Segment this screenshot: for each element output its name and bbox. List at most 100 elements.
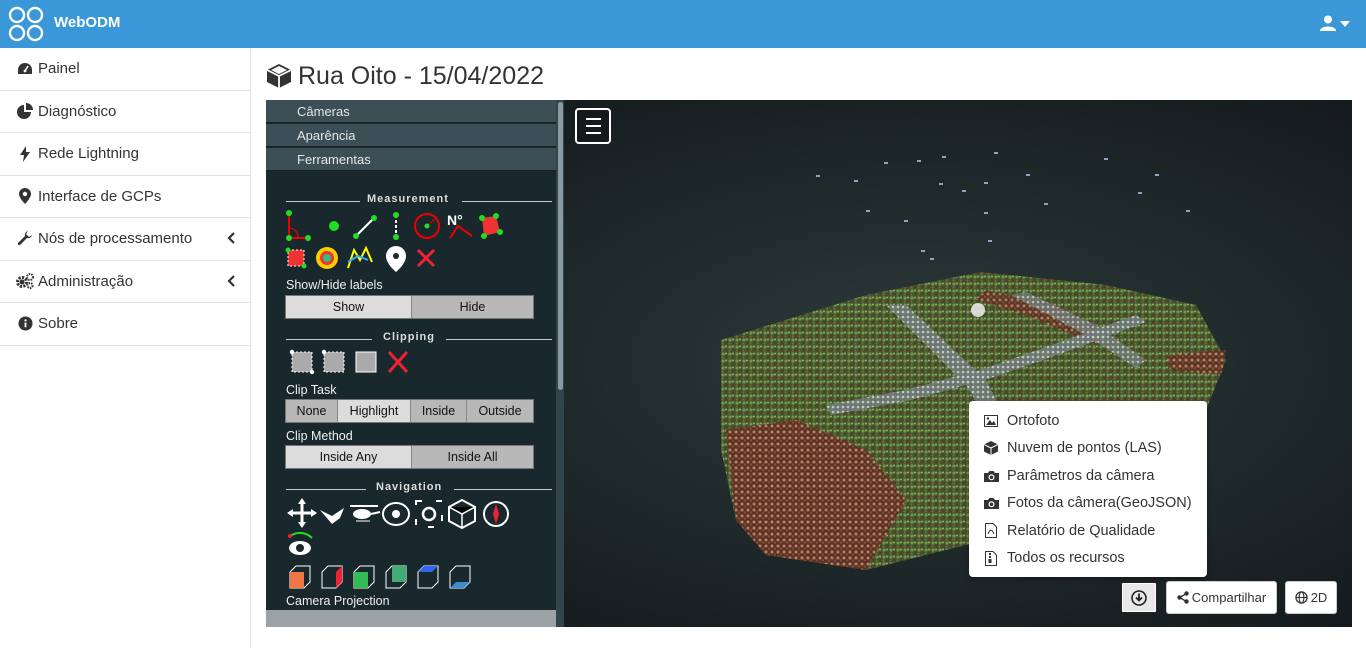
sidebar-item-administracao[interactable]: Administração bbox=[0, 261, 250, 303]
clip-task-highlight-button[interactable]: Highlight bbox=[338, 400, 411, 422]
download-camera-shots-geojson[interactable]: Fotos da câmera(GeoJSON) bbox=[969, 490, 1207, 518]
point-tool-icon[interactable] bbox=[329, 221, 339, 231]
image-icon bbox=[983, 413, 999, 429]
top-navbar: WebODM bbox=[0, 0, 1366, 48]
pie-chart-icon bbox=[16, 103, 34, 120]
volume-tool-icon[interactable] bbox=[285, 247, 307, 269]
focus-controls-icon[interactable] bbox=[415, 500, 443, 528]
camera-animation-icon[interactable] bbox=[288, 531, 313, 555]
annotation-tool-icon[interactable] bbox=[386, 246, 406, 272]
clip-task-outside-button[interactable]: Outside bbox=[467, 400, 533, 422]
chevron-left-icon bbox=[227, 232, 235, 244]
area-tool-icon[interactable] bbox=[479, 213, 503, 239]
toggle-sidebar-button[interactable] bbox=[575, 108, 611, 144]
sidebar-item-label: Diagnóstico bbox=[38, 102, 117, 120]
user-icon bbox=[1320, 15, 1336, 31]
navigation-title: Navigation bbox=[376, 481, 443, 493]
sidebar-item-sobre[interactable]: Sobre bbox=[0, 303, 250, 346]
sidebar-item-label: Administração bbox=[38, 272, 134, 290]
chevron-left-icon bbox=[227, 274, 235, 287]
cube-icon bbox=[266, 64, 292, 88]
download-quality-report[interactable]: Relatório de Qualidade bbox=[969, 517, 1207, 545]
clip-task-inside-button[interactable]: Inside bbox=[411, 400, 467, 422]
remove-clipping-icon[interactable] bbox=[387, 350, 409, 374]
brand-name[interactable]: WebODM bbox=[54, 14, 120, 31]
share-button[interactable]: Compartilhar bbox=[1166, 581, 1277, 614]
bolt-icon bbox=[16, 145, 34, 162]
fly-controls-icon[interactable] bbox=[320, 508, 344, 524]
bottom-view-icon[interactable] bbox=[449, 565, 471, 589]
clip-volume-icon[interactable] bbox=[321, 349, 345, 373]
download-assets-menu: Ortofoto Nuvem de pontos (LAS) Parâmetro… bbox=[969, 401, 1207, 577]
sidebar-item-label: Painel bbox=[38, 60, 80, 78]
right-view-icon[interactable] bbox=[321, 565, 343, 589]
download-orthophoto[interactable]: Ortofoto bbox=[969, 407, 1207, 435]
orbit-controls-icon[interactable] bbox=[382, 502, 410, 526]
download-button[interactable] bbox=[1120, 581, 1158, 614]
height-tool-icon[interactable] bbox=[393, 212, 399, 240]
sidebar-item-diagnostico[interactable]: Diagnóstico bbox=[0, 91, 250, 133]
sidebar: Painel Diagnóstico Rede Lightning Interf… bbox=[0, 48, 251, 648]
circle-tool-icon[interactable] bbox=[414, 213, 440, 239]
top-view-icon[interactable] bbox=[417, 565, 439, 589]
switch-2d-button[interactable]: 2D bbox=[1285, 581, 1337, 614]
front-view-icon[interactable] bbox=[353, 565, 375, 589]
clipping-header: Clipping bbox=[266, 328, 556, 350]
map-marker-icon bbox=[16, 188, 34, 205]
clip-task-toggle: None Highlight Inside Outside bbox=[285, 399, 534, 423]
sidebar-item-label: Rede Lightning bbox=[38, 145, 139, 163]
sidebar-item-painel[interactable]: Painel bbox=[0, 48, 250, 91]
earth-controls-icon[interactable] bbox=[287, 498, 317, 528]
measurement-title: Measurement bbox=[367, 193, 449, 205]
page-title-text: Rua Oito - 15/04/2022 bbox=[298, 61, 544, 90]
accordion-cameras[interactable]: Câmeras bbox=[266, 100, 564, 123]
measurement-tools: N° bbox=[285, 210, 503, 272]
sidebar-item-processing-nodes[interactable]: Nós de processamento bbox=[0, 218, 250, 261]
clip-method-inside-all-button[interactable]: Inside All bbox=[412, 446, 533, 468]
clipping-tools bbox=[289, 349, 409, 375]
page-title: Rua Oito - 15/04/2022 bbox=[266, 58, 544, 94]
distance-tool-icon[interactable] bbox=[353, 215, 377, 239]
webodm-logo-icon[interactable] bbox=[8, 6, 44, 42]
sphere-volume-tool-icon[interactable] bbox=[316, 247, 338, 269]
globe-icon bbox=[1294, 591, 1308, 604]
clip-polygon-icon[interactable] bbox=[289, 349, 315, 375]
show-labels-button[interactable]: Show bbox=[286, 296, 412, 318]
file-archive-icon bbox=[983, 550, 999, 566]
clip-box-icon[interactable] bbox=[355, 351, 377, 373]
user-menu-button[interactable] bbox=[1320, 12, 1352, 34]
angle-tool-icon[interactable] bbox=[286, 210, 311, 241]
dashboard-icon bbox=[16, 61, 34, 77]
potree-sidebar-panel: Câmeras Aparência Ferramentas Measuremen… bbox=[266, 100, 564, 627]
sidebar-item-gcp-interface[interactable]: Interface de GCPs bbox=[0, 176, 250, 218]
remove-measurements-icon[interactable] bbox=[416, 248, 436, 268]
azimuth-tool-icon[interactable]: N° bbox=[447, 212, 473, 239]
camera-icon bbox=[983, 495, 999, 511]
panel-scrollbar-thumb[interactable] bbox=[558, 102, 563, 390]
clip-method-toggle: Inside Any Inside All bbox=[285, 445, 534, 469]
profile-tool-icon[interactable] bbox=[347, 245, 373, 269]
accordion-tools[interactable]: Ferramentas bbox=[266, 148, 564, 171]
camera-projection-title: Camera Projection bbox=[286, 594, 390, 608]
back-view-icon[interactable] bbox=[385, 565, 407, 589]
download-camera-parameters[interactable]: Parâmetros da câmera bbox=[969, 462, 1207, 490]
sidebar-item-rede-lightning[interactable]: Rede Lightning bbox=[0, 133, 250, 176]
clip-task-title: Clip Task bbox=[286, 383, 337, 397]
clip-method-inside-any-button[interactable]: Inside Any bbox=[286, 446, 412, 468]
file-pdf-icon bbox=[983, 523, 999, 539]
share-icon bbox=[1177, 591, 1189, 604]
navigation-tools bbox=[287, 498, 509, 589]
download-point-cloud-las[interactable]: Nuvem de pontos (LAS) bbox=[969, 435, 1207, 463]
compass-icon[interactable] bbox=[483, 501, 509, 527]
accordion-appearance[interactable]: Aparência bbox=[266, 124, 564, 147]
helicopter-controls-icon[interactable] bbox=[350, 505, 381, 522]
camera-icon bbox=[983, 468, 999, 484]
cube-icon bbox=[983, 440, 999, 456]
download-all-assets[interactable]: Todos os recursos bbox=[969, 545, 1207, 573]
left-view-icon[interactable] bbox=[289, 565, 311, 589]
clip-task-none-button[interactable]: None bbox=[286, 400, 338, 422]
sidebar-item-label: Interface de GCPs bbox=[38, 187, 162, 205]
clipping-title: Clipping bbox=[383, 331, 435, 343]
hide-labels-button[interactable]: Hide bbox=[412, 296, 533, 318]
full-extent-icon[interactable] bbox=[448, 498, 476, 530]
